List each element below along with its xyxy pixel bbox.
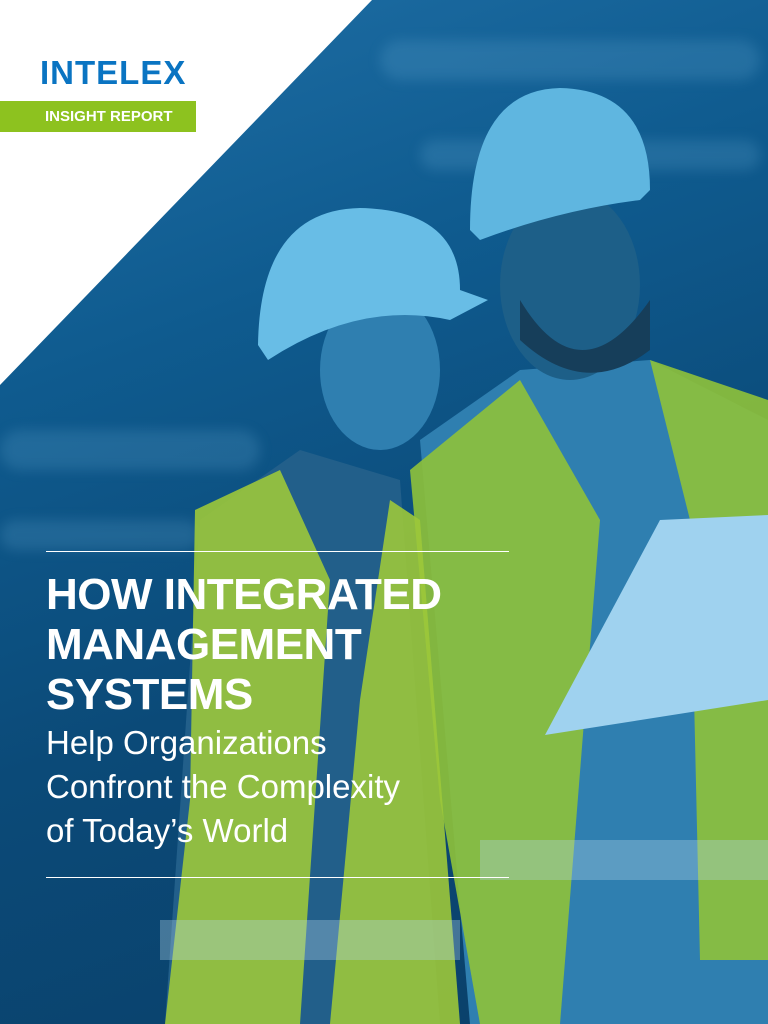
- cover-title-block: HOW INTEGRATED MANAGEMENT SYSTEMS Help O…: [46, 570, 442, 852]
- title-line: SYSTEMS: [46, 670, 253, 719]
- title-line: HOW INTEGRATED: [46, 570, 442, 619]
- bottom-divider: [46, 877, 509, 878]
- title-line: MANAGEMENT: [46, 620, 362, 669]
- top-divider: [46, 551, 509, 552]
- insight-report-badge: INSIGHT REPORT: [0, 101, 196, 132]
- subtitle-line: of Today’s World: [46, 812, 289, 849]
- subtitle-line: Confront the Complexity: [46, 768, 400, 805]
- white-corner-panel: [0, 0, 372, 385]
- intelex-logo: INTELEX: [40, 54, 187, 91]
- subtitle-line: Help Organizations: [46, 724, 327, 761]
